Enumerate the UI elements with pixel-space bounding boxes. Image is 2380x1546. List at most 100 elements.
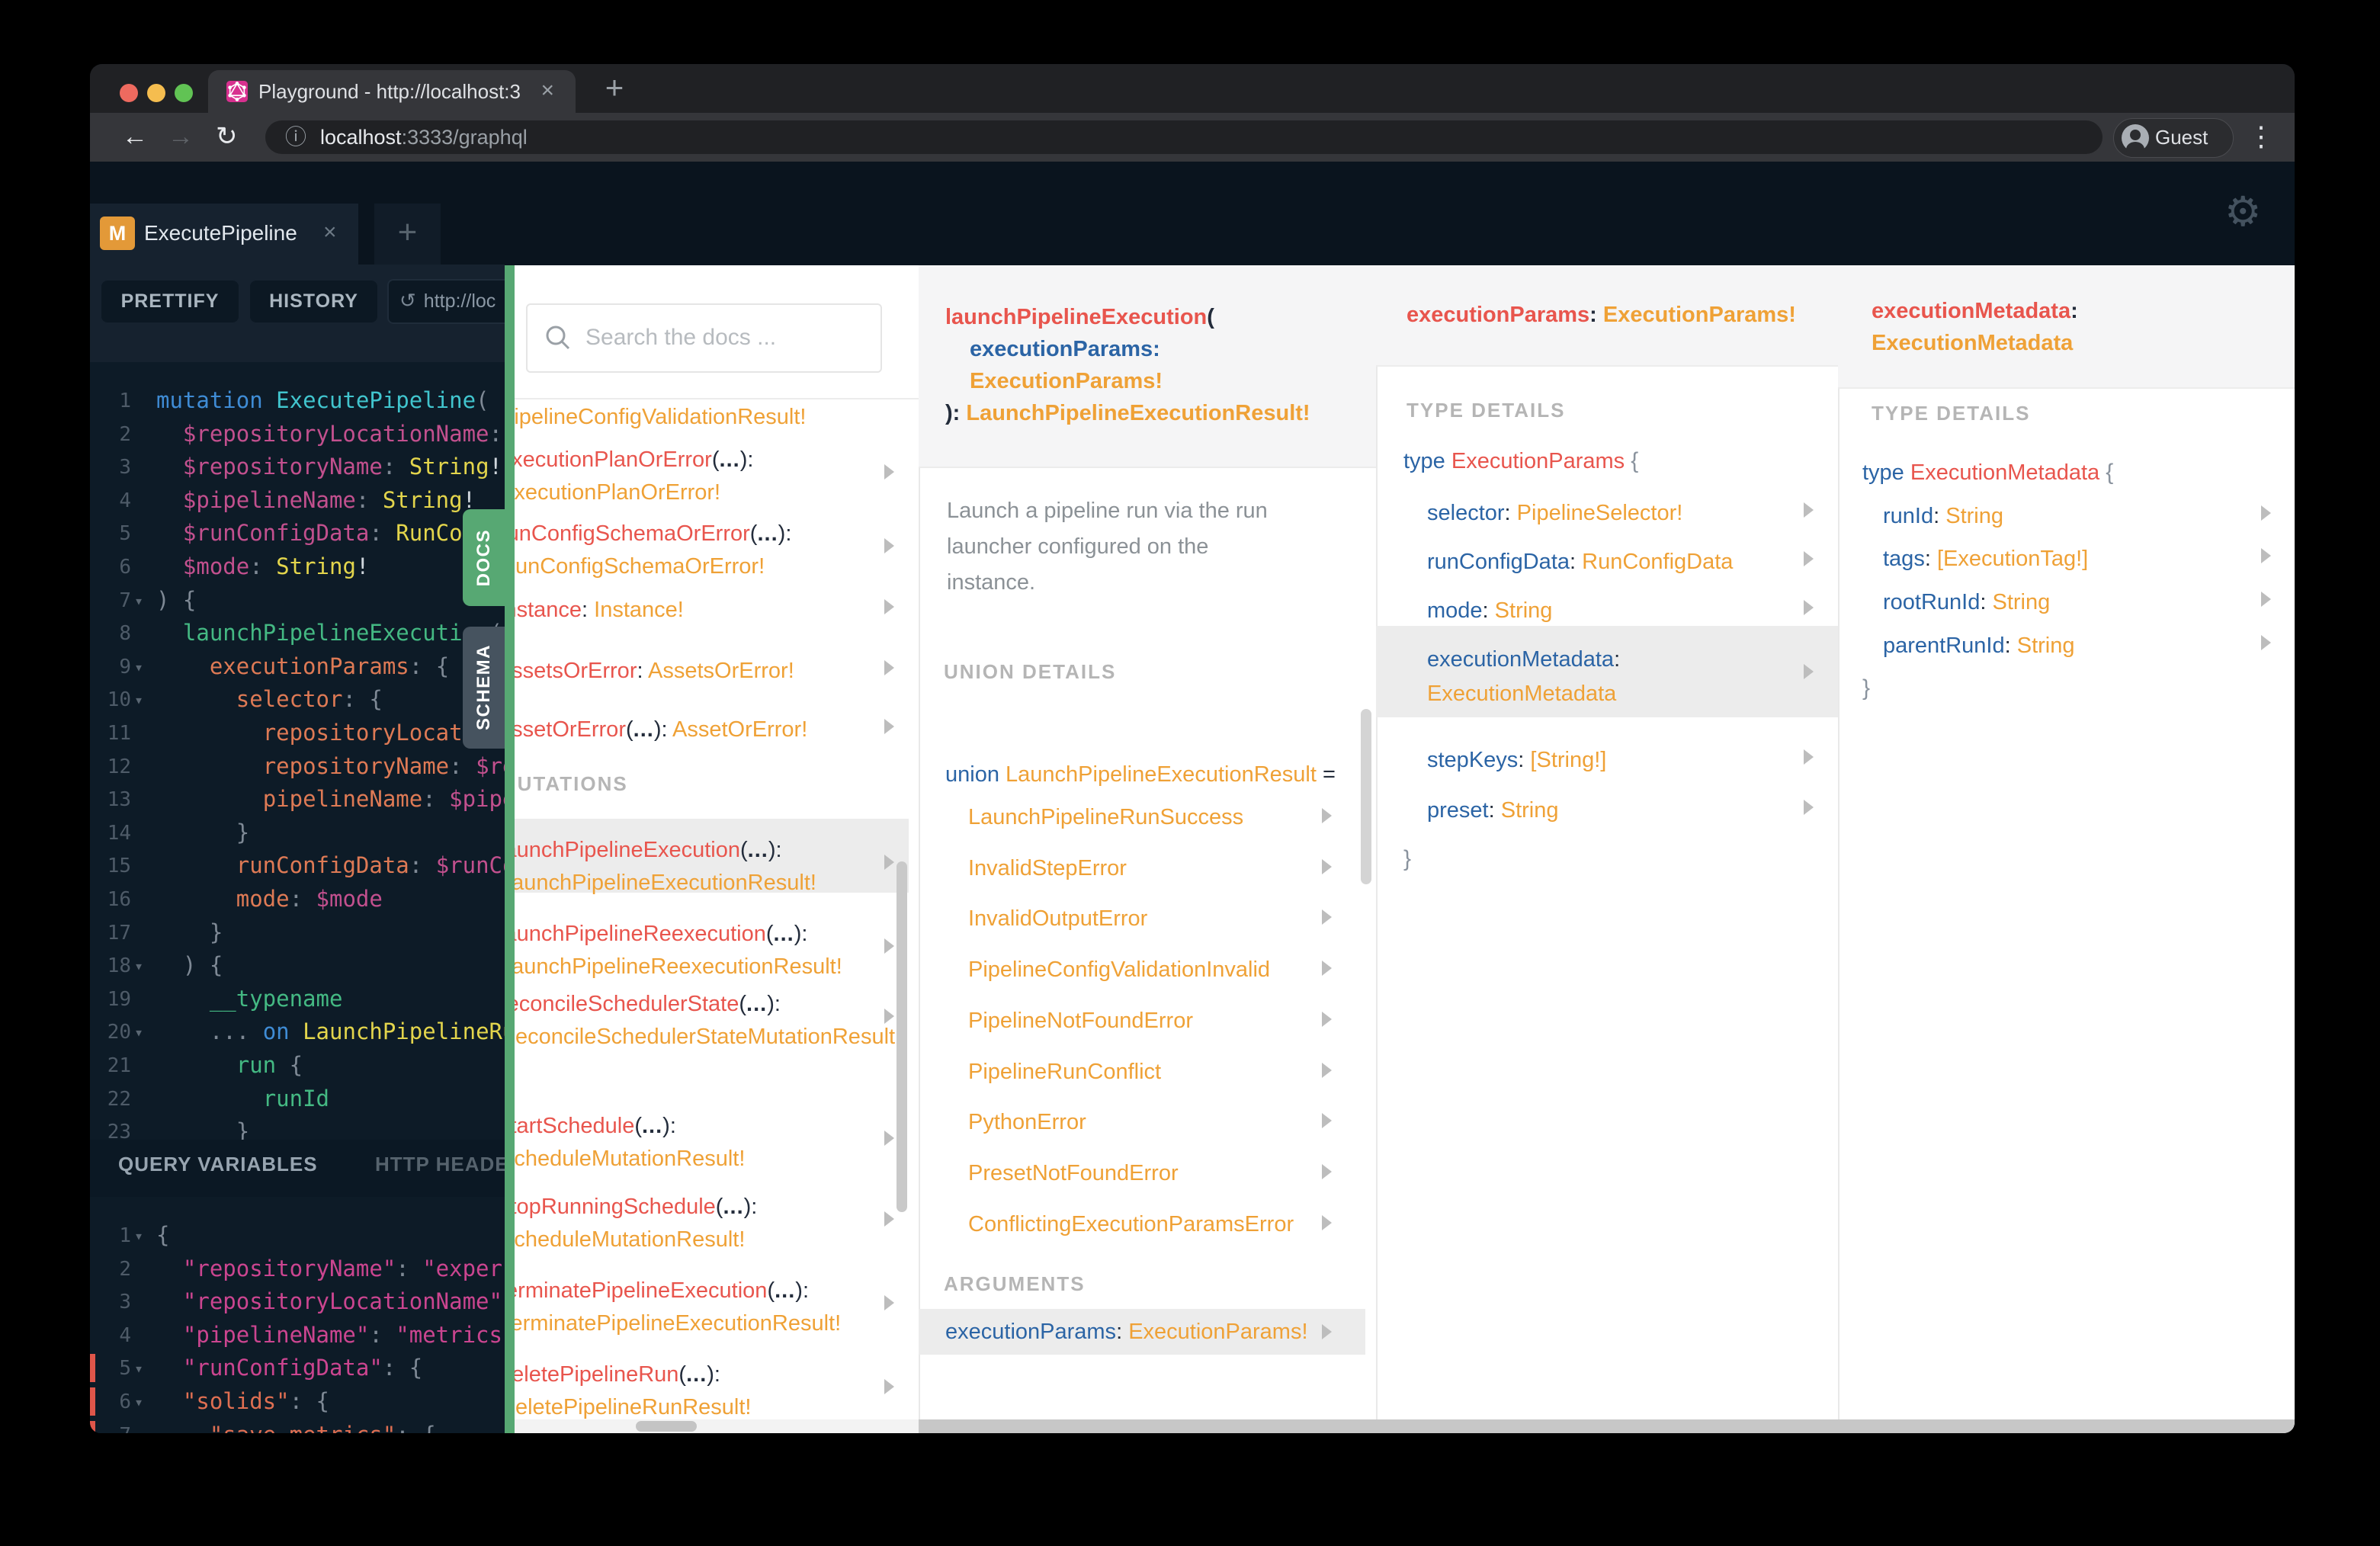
expand-arrow-icon[interactable] — [1322, 909, 1332, 925]
expand-arrow-icon[interactable] — [884, 1131, 894, 1146]
code-text[interactable]: $repositoryLocationName: String! — [156, 417, 505, 451]
argument-row[interactable]: executionParams: ExecutionParams! — [945, 1317, 1308, 1347]
browser-menu-icon[interactable]: ⋮ — [2247, 113, 2275, 162]
expand-arrow-icon[interactable] — [1804, 502, 1814, 518]
code-text[interactable]: "solids": { — [156, 1384, 329, 1418]
code-text[interactable]: run { — [156, 1048, 303, 1082]
expand-arrow-icon[interactable] — [1804, 664, 1814, 679]
code-text[interactable]: $repositoryName: String! — [156, 450, 502, 483]
expand-arrow-icon[interactable] — [1322, 1063, 1332, 1078]
union-member[interactable]: PresetNotFoundError — [968, 1158, 1179, 1188]
endpoint-reload-icon[interactable]: ↺ — [399, 281, 416, 321]
code-text[interactable]: repositoryLocationName: $repositoryLocat… — [156, 716, 505, 749]
query-editor[interactable]: 1 mutation ExecutePipeline(2 $repositoryL… — [90, 362, 505, 1140]
docs-side-tab[interactable]: DOCS — [463, 509, 505, 606]
docs-search-input[interactable]: Search the docs ... — [526, 303, 882, 373]
expand-arrow-icon[interactable] — [884, 599, 894, 614]
fold-arrow-icon[interactable]: ▾ — [134, 682, 143, 717]
session-tab-executepipeline[interactable]: M ExecutePipeline × — [90, 204, 358, 265]
fold-arrow-icon[interactable]: ▾ — [134, 1384, 143, 1419]
code-text[interactable]: $runConfigData: RunConfigData! — [156, 516, 505, 550]
browser-tab[interactable]: Playground - http://localhost:3 × — [208, 70, 576, 113]
type-field-row[interactable]: runConfigData: RunConfigData — [1427, 547, 1733, 577]
expand-arrow-icon[interactable] — [884, 660, 894, 675]
endpoint-input[interactable]: ↺ http://loc — [387, 279, 505, 324]
union-member[interactable]: InvalidStepError — [968, 853, 1127, 884]
type-field-row[interactable]: executionMetadata: — [1427, 644, 1620, 675]
expand-arrow-icon[interactable] — [884, 1211, 894, 1227]
code-text[interactable]: selector: { — [156, 682, 383, 716]
site-info-icon[interactable]: ⓘ — [285, 120, 306, 154]
union-member[interactable]: PythonError — [968, 1107, 1086, 1137]
expand-arrow-icon[interactable] — [2261, 505, 2271, 521]
code-text[interactable]: "runConfigData": { — [156, 1351, 422, 1384]
forward-button-icon[interactable]: → — [168, 113, 194, 162]
code-text[interactable]: executionParams: { — [156, 650, 449, 683]
type-field-row[interactable]: parentRunId: String — [1883, 630, 2075, 661]
fold-arrow-icon[interactable]: ▾ — [134, 583, 143, 618]
code-text[interactable]: repositoryName: $repositoryName — [156, 749, 505, 783]
code-text[interactable]: "repositoryName": "exper — [156, 1252, 502, 1285]
code-text[interactable]: } — [156, 1115, 249, 1140]
tab-http-headers[interactable]: HTTP HEADERS — [375, 1153, 505, 1176]
type-field-row[interactable]: selector: PipelineSelector! — [1427, 498, 1682, 528]
type-field-row[interactable]: stepKeys: [String!] — [1427, 745, 1606, 775]
code-text[interactable]: "pipelineName": "metrics — [156, 1318, 502, 1352]
history-button[interactable]: HISTORY — [250, 281, 377, 322]
expand-arrow-icon[interactable] — [2261, 635, 2271, 650]
code-text[interactable]: } — [156, 816, 249, 849]
union-member[interactable]: PipelineRunConflict — [968, 1057, 1161, 1087]
code-text[interactable]: runId — [156, 1082, 329, 1115]
fold-arrow-icon[interactable]: ▾ — [134, 1015, 143, 1050]
docs-col1-vscrollbar-thumb[interactable] — [897, 861, 907, 1212]
new-session-tab-button[interactable]: + — [374, 204, 441, 265]
expand-arrow-icon[interactable] — [884, 938, 894, 954]
expand-arrow-icon[interactable] — [1322, 859, 1332, 874]
expand-arrow-icon[interactable] — [884, 855, 894, 870]
fold-arrow-icon[interactable]: ▾ — [134, 1351, 143, 1386]
code-text[interactable]: __typename — [156, 982, 343, 1015]
code-text[interactable]: { — [156, 1218, 169, 1252]
window-minimize-button[interactable] — [147, 84, 165, 102]
code-text[interactable]: mode: $mode — [156, 882, 383, 916]
union-member[interactable]: PipelineConfigValidationInvalid — [968, 954, 1270, 985]
code-text[interactable]: } — [156, 916, 223, 949]
code-text[interactable]: ) { — [156, 948, 223, 982]
prettify-button[interactable]: PRETTIFY — [101, 281, 239, 322]
union-member[interactable]: InvalidOutputError — [968, 903, 1147, 934]
expand-arrow-icon[interactable] — [884, 1009, 894, 1024]
code-text[interactable]: mutation ExecutePipeline( — [156, 383, 489, 417]
expand-arrow-icon[interactable] — [1804, 600, 1814, 615]
expand-arrow-icon[interactable] — [1322, 1215, 1332, 1230]
union-member[interactable]: ConflictingExecutionParamsError — [968, 1209, 1294, 1240]
expand-arrow-icon[interactable] — [884, 464, 894, 480]
docs-col2-vscrollbar-thumb[interactable] — [1361, 709, 1371, 884]
window-close-button[interactable] — [120, 84, 138, 102]
union-member[interactable]: PipelineNotFoundError — [968, 1006, 1193, 1036]
code-text[interactable]: ... on LaunchPipelineRunSuccess { — [156, 1015, 505, 1048]
fold-arrow-icon[interactable]: ▾ — [134, 650, 143, 685]
code-text[interactable]: runConfigData: $runConfigData — [156, 848, 505, 882]
fold-arrow-icon[interactable]: ▾ — [134, 948, 143, 983]
union-member[interactable]: LaunchPipelineRunSuccess — [968, 802, 1243, 832]
type-field-row[interactable]: runId: String — [1883, 501, 2003, 531]
profile-button[interactable]: Guest — [2113, 118, 2234, 158]
expand-arrow-icon[interactable] — [1322, 808, 1332, 823]
tab-query-variables[interactable]: QUERY VARIABLES — [118, 1153, 318, 1176]
code-text[interactable]: $mode: String! — [156, 550, 369, 583]
fold-arrow-icon[interactable]: ▾ — [134, 1418, 143, 1433]
tab-close-icon[interactable]: × — [540, 70, 554, 113]
expand-arrow-icon[interactable] — [1322, 961, 1332, 976]
address-bar[interactable]: ⓘ localhost:3333/graphql — [265, 120, 2103, 154]
settings-gear-icon[interactable]: ⚙ — [2224, 189, 2261, 235]
expand-arrow-icon[interactable] — [884, 1295, 894, 1310]
back-button-icon[interactable]: ← — [122, 113, 148, 162]
type-field-row[interactable]: preset: String — [1427, 795, 1559, 826]
query-variables-editor[interactable]: 1 ▾{2 "repositoryName": "exper 3 "reposito… — [90, 1197, 505, 1433]
expand-arrow-icon[interactable] — [1804, 749, 1814, 765]
expand-arrow-icon[interactable] — [1322, 1164, 1332, 1179]
expand-arrow-icon[interactable] — [1804, 551, 1814, 566]
expand-arrow-icon[interactable] — [884, 538, 894, 553]
expand-arrow-icon[interactable] — [884, 1379, 894, 1394]
expand-arrow-icon[interactable] — [1322, 1324, 1332, 1339]
